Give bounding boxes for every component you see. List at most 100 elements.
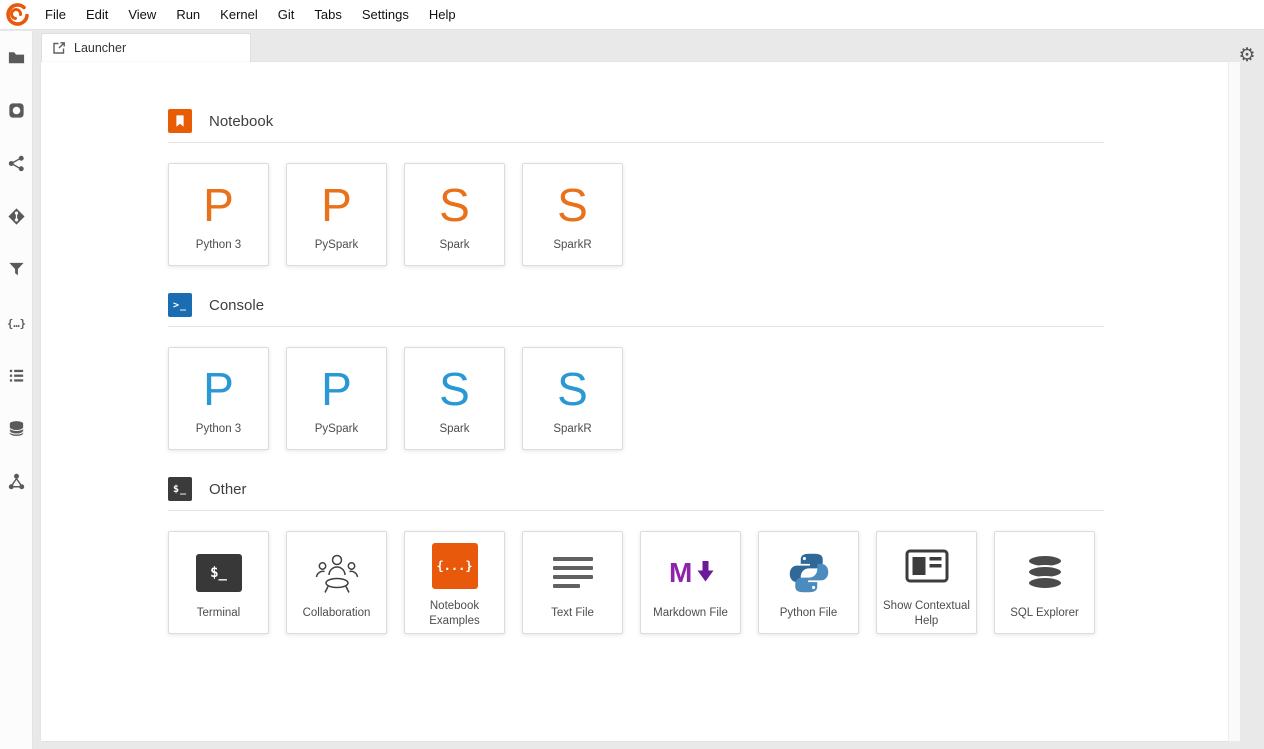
sparkr-kernel-icon: S: [557, 179, 588, 232]
section-title-console: Console: [209, 296, 265, 314]
sparkr-kernel-icon: S: [557, 363, 588, 416]
text-file-icon: [552, 557, 593, 589]
sidebar-item-property-inspector[interactable]: {…}: [0, 296, 32, 349]
section-other: $_ Other $_ Terminal Collaboration {...}…: [41, 476, 1228, 634]
python-icon: [789, 554, 828, 593]
notebook-examples-icon: {...}: [431, 543, 478, 590]
launcher-card-pyspark-console[interactable]: P PySpark: [286, 347, 387, 450]
card-label: Spark: [439, 239, 470, 252]
python3-kernel-icon: P: [203, 363, 234, 416]
notebook-icon: [168, 109, 192, 133]
sidebar-item-sessions[interactable]: [0, 455, 32, 508]
menu-edit[interactable]: Edit: [76, 3, 118, 26]
card-label: SQL Explorer: [1010, 607, 1079, 620]
launcher-card-spark-notebook[interactable]: S Spark: [404, 163, 505, 266]
section-divider: [168, 510, 1104, 511]
card-label: Notebook Examples: [429, 600, 480, 627]
launcher-card-sparkr-notebook[interactable]: S SparkR: [522, 163, 623, 266]
menu-file[interactable]: File: [35, 3, 76, 26]
launcher-card-python3-notebook[interactable]: P Python 3: [168, 163, 269, 266]
card-label: SparkR: [553, 423, 592, 436]
folder-icon: [8, 52, 24, 64]
launcher-card-python-file[interactable]: Python File: [758, 531, 859, 634]
spark-kernel-icon: S: [439, 179, 470, 232]
card-label: Terminal: [196, 607, 241, 620]
menu-help[interactable]: Help: [419, 3, 466, 26]
python3-kernel-icon: P: [203, 179, 234, 232]
tab-bar: Launcher: [33, 31, 1264, 62]
card-label: PySpark: [314, 423, 359, 436]
collaboration-icon: [315, 555, 358, 594]
launcher-card-pyspark-notebook[interactable]: P PySpark: [286, 163, 387, 266]
sidebar-item-git[interactable]: [0, 190, 32, 243]
launcher-card-terminal[interactable]: $_ Terminal: [168, 531, 269, 634]
menu-git[interactable]: Git: [268, 3, 305, 26]
launcher-card-collaboration[interactable]: Collaboration: [286, 531, 387, 634]
running-kernels-icon: [8, 103, 24, 118]
database-icon: [8, 421, 24, 436]
svg-text:M: M: [669, 557, 692, 588]
git-diamond-icon: [7, 208, 25, 225]
console-glyph: >_: [172, 299, 188, 311]
launcher-card-spark-console[interactable]: S Spark: [404, 347, 505, 450]
molecule-icon: [8, 473, 24, 490]
gear-icon[interactable]: ⚙: [1236, 44, 1258, 66]
console-icon: >_: [168, 293, 192, 317]
card-label: Show Contextual Help: [883, 600, 970, 627]
menu-settings[interactable]: Settings: [352, 3, 419, 26]
sql-explorer-icon: [1026, 554, 1063, 591]
menu-bar: File Edit View Run Kernel Git Tabs Setti…: [0, 0, 1264, 30]
network-nodes-icon: [8, 155, 24, 172]
markdown-icon: M: [669, 557, 713, 588]
section-title-other: Other: [209, 480, 247, 498]
menu-run[interactable]: Run: [166, 3, 210, 26]
menu-kernel[interactable]: Kernel: [210, 3, 268, 26]
terminal-icon: $_: [195, 554, 242, 593]
card-label: Collaboration: [302, 607, 371, 620]
card-label: Python File: [779, 607, 838, 620]
launcher-card-notebook-examples[interactable]: {...} Notebook Examples: [404, 531, 505, 634]
contextual-help-icon: [905, 549, 948, 583]
section-divider: [168, 142, 1104, 143]
menu-tabs[interactable]: Tabs: [304, 3, 351, 26]
card-label: PySpark: [314, 239, 359, 252]
tab-launcher-label: Launcher: [74, 41, 127, 55]
sidebar-item-data[interactable]: [0, 402, 32, 455]
card-label: Text File: [551, 607, 594, 620]
list-icon: [9, 369, 23, 382]
section-title-notebook: Notebook: [209, 112, 274, 130]
section-notebook: Notebook P Python 3 P PySpark S Spark S …: [41, 108, 1228, 266]
dollar-prompt-glyph: $_: [172, 483, 188, 495]
braces-icon: {…}: [7, 318, 26, 330]
launcher-panel: Notebook P Python 3 P PySpark S Spark S …: [41, 62, 1228, 741]
sidebar-item-clusters[interactable]: [0, 137, 32, 190]
sidebar-item-toc[interactable]: [0, 349, 32, 402]
launcher-card-contextual-help[interactable]: Show Contextual Help: [876, 531, 977, 634]
card-label: Python 3: [195, 239, 242, 252]
card-label: Python 3: [195, 423, 242, 436]
launcher-card-sql-explorer[interactable]: SQL Explorer: [994, 531, 1095, 634]
sidebar-item-running[interactable]: [0, 84, 32, 137]
pyspark-kernel-icon: P: [321, 363, 352, 416]
launcher-icon: [53, 42, 65, 54]
vertical-scrollbar[interactable]: [1228, 62, 1240, 741]
sidebar-item-files[interactable]: [0, 31, 32, 84]
funnel-icon: [8, 262, 24, 276]
launcher-card-sparkr-console[interactable]: S SparkR: [522, 347, 623, 450]
spark-kernel-icon: S: [439, 363, 470, 416]
svg-text:{…}: {…}: [7, 318, 26, 330]
launcher-card-text-file[interactable]: Text File: [522, 531, 623, 634]
pyspark-kernel-icon: P: [321, 179, 352, 232]
terminal-section-icon: $_: [168, 477, 192, 501]
launcher-card-python3-console[interactable]: P Python 3: [168, 347, 269, 450]
sidebar-item-filter[interactable]: [0, 243, 32, 296]
card-label: SparkR: [553, 239, 592, 252]
launcher-card-markdown-file[interactable]: M Markdown File: [640, 531, 741, 634]
menu-view[interactable]: View: [118, 3, 166, 26]
left-sidebar: {…}: [0, 31, 33, 749]
app-logo-icon: [6, 2, 29, 26]
tab-launcher[interactable]: Launcher: [41, 33, 251, 62]
card-label: Markdown File: [653, 607, 728, 620]
card-label: Spark: [439, 423, 470, 436]
section-console: >_ Console P Python 3 P PySpark S Spark …: [41, 292, 1228, 450]
